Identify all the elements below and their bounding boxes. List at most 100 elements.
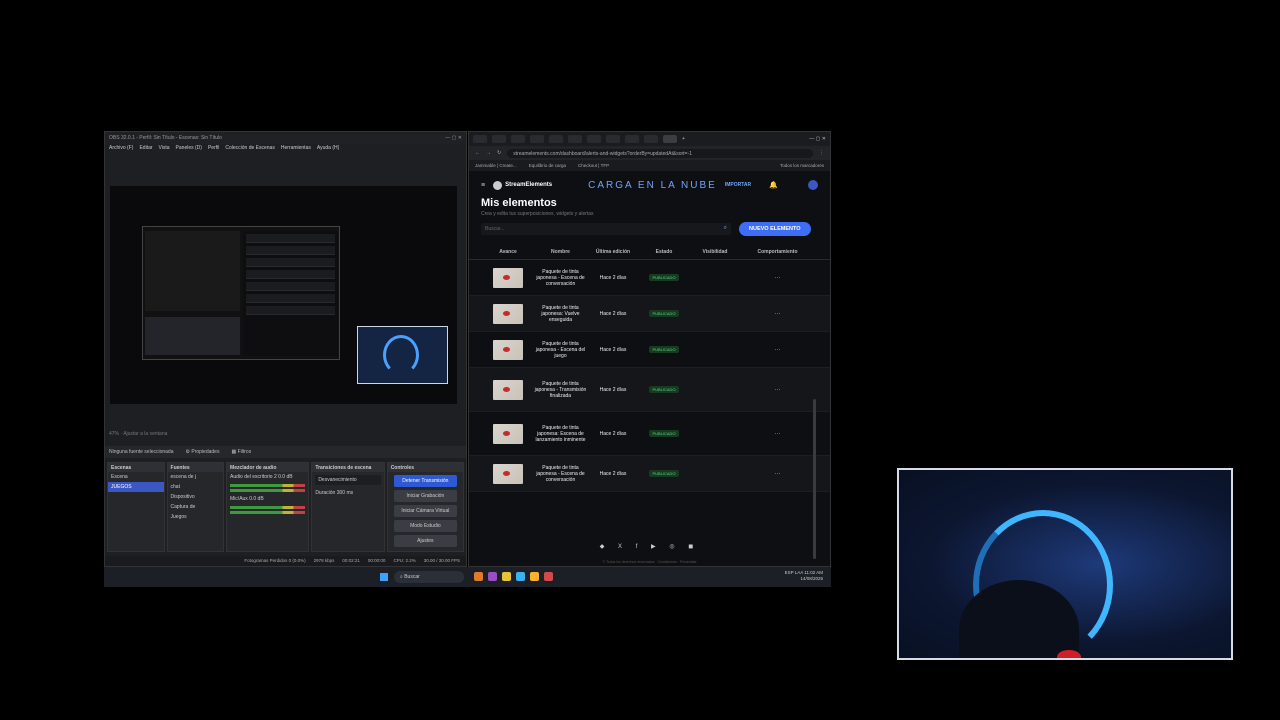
- window-controls[interactable]: — ▢ ✕: [809, 136, 826, 142]
- clock-time: 11:02 AM: [804, 570, 823, 575]
- browser-tab[interactable]: [530, 135, 544, 143]
- preview-webcam[interactable]: [357, 326, 448, 384]
- all-bookmarks[interactable]: Todos los marcadores: [780, 163, 824, 168]
- taskbar-search[interactable]: ⌕ Buscar: [394, 571, 464, 583]
- social-links[interactable]: ◆ X f ▶ ◎ ◼: [469, 543, 830, 550]
- more-options-icon[interactable]: ···: [740, 471, 815, 477]
- search-icon[interactable]: ⌕: [724, 225, 727, 232]
- virtual-camera-button[interactable]: Iniciar Cámara Virtual: [393, 505, 458, 517]
- row-name[interactable]: Paquete de tinta japonesa - Escena de co…: [533, 269, 588, 287]
- menu-herramientas[interactable]: Herramientas: [281, 145, 311, 153]
- browser-tab[interactable]: [587, 135, 601, 143]
- mixer-channel-1: Audio del escritorio 2 0.0 dB: [227, 472, 308, 482]
- new-tab-icon[interactable]: +: [682, 136, 685, 142]
- new-element-button[interactable]: NUEVO ELEMENTO: [739, 222, 811, 236]
- reload-icon[interactable]: ↻: [497, 150, 501, 156]
- bookmark-item[interactable]: Equilibrio de carga: [529, 163, 566, 168]
- forward-icon[interactable]: →: [486, 150, 491, 156]
- more-options-icon[interactable]: ···: [740, 387, 815, 393]
- row-name[interactable]: Paquete de tinta japonesa - Transmisión …: [533, 381, 588, 399]
- col-last-edit[interactable]: Última edición: [588, 249, 638, 255]
- bookmark-item[interactable]: Checkout | TFP: [578, 163, 609, 168]
- browser-tab[interactable]: [511, 135, 525, 143]
- table-row[interactable]: Paquete de tinta japonesa: Vuelve ensegu…: [469, 296, 830, 332]
- avatar[interactable]: [808, 180, 818, 190]
- scrollbar[interactable]: [813, 399, 816, 559]
- browser-tab[interactable]: [644, 135, 658, 143]
- menu-editar[interactable]: Editar: [139, 145, 152, 153]
- search-input[interactable]: Buscar... ⌕: [481, 223, 731, 235]
- scene-item-selected[interactable]: JUEGOS: [108, 482, 164, 492]
- browser-tab[interactable]: [625, 135, 639, 143]
- col-status[interactable]: Estado: [638, 249, 690, 255]
- source-item[interactable]: escena de j: [168, 472, 224, 482]
- browser-tab[interactable]: [568, 135, 582, 143]
- menu-ayuda[interactable]: Ayuda (H): [317, 145, 339, 153]
- menu-perfil[interactable]: Perfil: [208, 145, 219, 153]
- obs-preview-canvas[interactable]: [110, 186, 457, 404]
- browser-tab[interactable]: [606, 135, 620, 143]
- table-row[interactable]: Paquete de tinta japonesa: Escena de lan…: [469, 412, 830, 456]
- menu-vista[interactable]: Vista: [159, 145, 170, 153]
- menu-archivo[interactable]: Archivo (F): [109, 145, 133, 153]
- hamburger-icon[interactable]: ≡: [481, 182, 485, 189]
- table-row[interactable]: Paquete de tinta japonesa - Escena de co…: [469, 260, 830, 296]
- system-tray[interactable]: ESP LAA 11:02 AM 14/08/2025: [785, 570, 823, 582]
- transition-select[interactable]: Desvanecimiento: [315, 475, 381, 485]
- browser-tab[interactable]: [549, 135, 563, 143]
- duration-value[interactable]: 300 ms: [337, 490, 353, 496]
- app-icon[interactable]: [474, 572, 483, 581]
- row-name[interactable]: Paquete de tinta japonesa - Escena de co…: [533, 465, 588, 483]
- browser-tab-active[interactable]: [663, 135, 677, 143]
- more-options-icon[interactable]: ···: [740, 275, 815, 281]
- source-item[interactable]: Juegos: [168, 512, 224, 522]
- browser-tab[interactable]: [492, 135, 506, 143]
- studio-mode-button[interactable]: Modo Estudio: [393, 520, 458, 532]
- menu-coleccion[interactable]: Colección de Escenas: [225, 145, 274, 153]
- source-item[interactable]: Dispositivo: [168, 492, 224, 502]
- thumbnail: [493, 379, 523, 400]
- extensions-icon[interactable]: ⋮: [819, 150, 824, 156]
- window-controls[interactable]: — ▢ ✕: [445, 135, 462, 141]
- row-name[interactable]: Paquete de tinta japonesa: Vuelve ensegu…: [533, 305, 588, 323]
- row-name[interactable]: Paquete de tinta japonesa: Escena de lan…: [533, 425, 588, 443]
- fit-window[interactable]: Ajustar a la ventana: [123, 431, 167, 437]
- browser-tab[interactable]: [473, 135, 487, 143]
- windows-start-icon[interactable]: [380, 573, 388, 581]
- back-icon[interactable]: ←: [475, 150, 480, 156]
- col-visibility[interactable]: Visibilidad: [690, 249, 740, 255]
- more-options-icon[interactable]: ···: [740, 311, 815, 317]
- menu-paneles[interactable]: Paneles (D): [176, 145, 202, 153]
- obs-icon[interactable]: [544, 572, 553, 581]
- source-item[interactable]: Captura de: [168, 502, 224, 512]
- filters-button[interactable]: ▦ Filtros: [231, 449, 251, 455]
- folder-icon[interactable]: [502, 572, 511, 581]
- bookmark-item[interactable]: Jammable | Create...: [475, 163, 517, 168]
- row-name[interactable]: Paquete de tinta japonesa - Escena del j…: [533, 341, 588, 359]
- table-row[interactable]: Paquete de tinta japonesa - Transmisión …: [469, 368, 830, 412]
- more-options-icon[interactable]: ···: [740, 347, 815, 353]
- table-row[interactable]: Paquete de tinta japonesa - Escena del j…: [469, 332, 830, 368]
- streamelements-logo[interactable]: StreamElements: [493, 180, 552, 190]
- app-icon[interactable]: [530, 572, 539, 581]
- col-name[interactable]: Nombre: [533, 249, 588, 255]
- start-recording-button[interactable]: Iniciar Grabación: [393, 490, 458, 502]
- settings-button[interactable]: Ajustes: [393, 535, 458, 547]
- thumbnail: [493, 423, 523, 444]
- table-row[interactable]: Paquete de tinta japonesa - Escena de co…: [469, 456, 830, 492]
- browser-icon[interactable]: [516, 572, 525, 581]
- stop-stream-button[interactable]: Detener Transmisión: [393, 475, 458, 487]
- input-language[interactable]: ESP LAA: [785, 570, 803, 575]
- properties-button[interactable]: ⚙ Propiedades: [186, 449, 220, 455]
- url-field[interactable]: streamelements.com/dashboard/alerts-and-…: [507, 148, 813, 158]
- col-preview[interactable]: Avance: [483, 249, 533, 255]
- import-button[interactable]: IMPORTAR: [725, 182, 751, 188]
- scene-item[interactable]: Escena: [108, 472, 164, 482]
- col-behavior[interactable]: Comportamiento: [740, 249, 815, 255]
- source-item[interactable]: chat: [168, 482, 224, 492]
- app-icon[interactable]: [488, 572, 497, 581]
- bell-icon[interactable]: 🔔: [769, 181, 778, 189]
- transition-duration[interactable]: Duración 300 ms: [312, 488, 383, 498]
- more-options-icon[interactable]: ···: [740, 431, 815, 437]
- zoom-level[interactable]: 47%: [109, 431, 119, 437]
